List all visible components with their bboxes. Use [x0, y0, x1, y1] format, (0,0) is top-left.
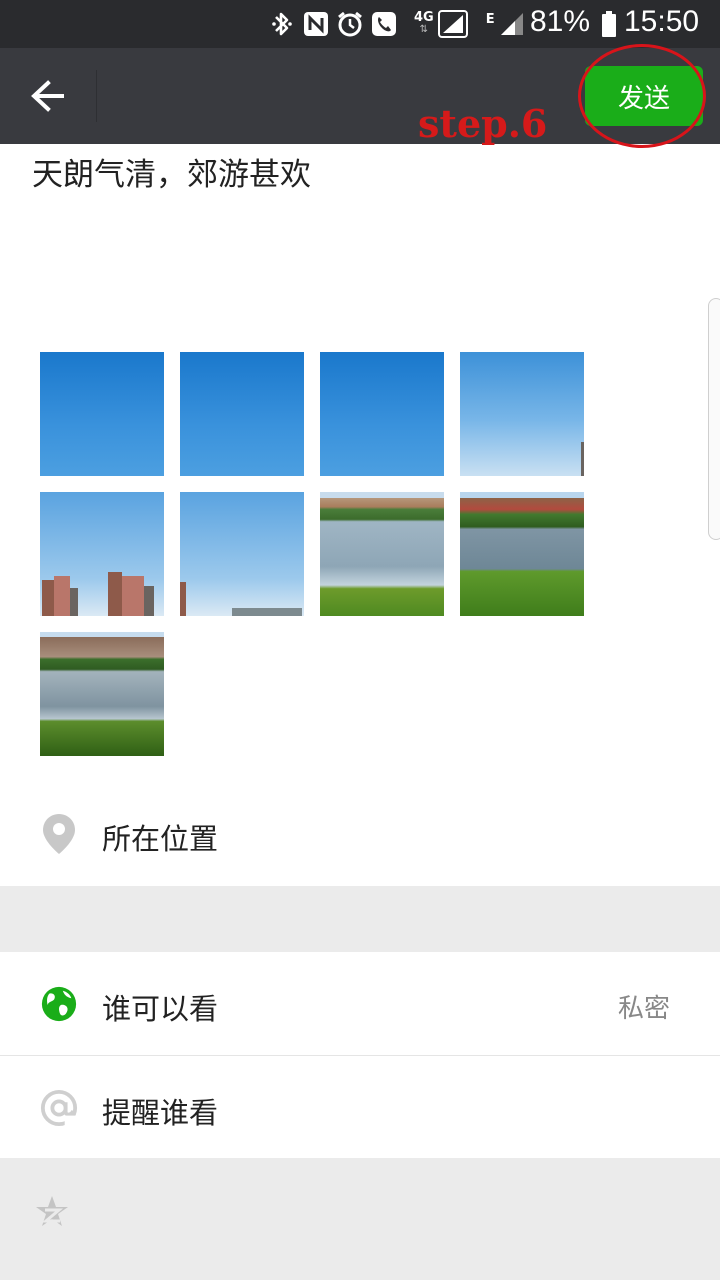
at-icon — [40, 1086, 78, 1130]
mention-label: 提醒谁看 — [102, 1096, 219, 1130]
footer-area — [0, 1158, 720, 1280]
battery-percent: 81% — [530, 5, 591, 38]
location-pin-icon — [40, 812, 78, 856]
photo-thumbnail[interactable] — [40, 352, 164, 476]
signal-icon — [437, 10, 468, 38]
photo-thumbnail[interactable] — [460, 352, 584, 476]
visibility-value: 私密 — [617, 994, 670, 1024]
bluetooth-icon — [268, 10, 296, 38]
status-icons: 4G ⇅ E — [268, 8, 531, 40]
photo-thumbnail[interactable] — [40, 632, 164, 756]
visibility-label: 谁可以看 — [102, 992, 219, 1026]
section-gap — [0, 886, 720, 952]
post-text[interactable]: 天朗气清，郊游甚欢 — [32, 150, 311, 200]
qzone-star-icon[interactable] — [34, 1194, 70, 1230]
globe-icon — [40, 982, 78, 1026]
network-e: E — [485, 11, 495, 27]
header-divider — [96, 70, 97, 122]
nfc-icon — [302, 10, 330, 38]
photo-thumbnail[interactable] — [320, 492, 444, 616]
call-icon — [370, 10, 398, 38]
photo-thumbnail[interactable] — [180, 492, 304, 616]
photo-thumbnail[interactable] — [460, 492, 584, 616]
mention-row[interactable]: 提醒谁看 — [0, 1056, 720, 1158]
network-type: 4G ⇅ — [414, 10, 434, 35]
photo-thumbnail[interactable] — [320, 352, 444, 476]
location-row[interactable]: 所在位置 — [0, 780, 720, 886]
back-button[interactable] — [24, 72, 72, 120]
step-annotation: step.6 — [418, 101, 548, 146]
scroll-indicator — [708, 298, 720, 540]
status-bar: 4G ⇅ E 81% 15:50 — [0, 0, 720, 48]
photo-thumbnail[interactable] — [40, 492, 164, 616]
photo-thumbnail[interactable] — [180, 352, 304, 476]
location-label: 所在位置 — [102, 822, 219, 856]
visibility-row[interactable]: 谁可以看 私密 — [0, 952, 720, 1055]
annotation-circle — [578, 44, 706, 148]
battery-icon — [602, 11, 616, 37]
clock: 15:50 — [624, 5, 700, 38]
arrow-left-icon — [31, 80, 64, 112]
signal-strength-icon — [499, 10, 525, 38]
alarm-icon — [336, 10, 364, 38]
